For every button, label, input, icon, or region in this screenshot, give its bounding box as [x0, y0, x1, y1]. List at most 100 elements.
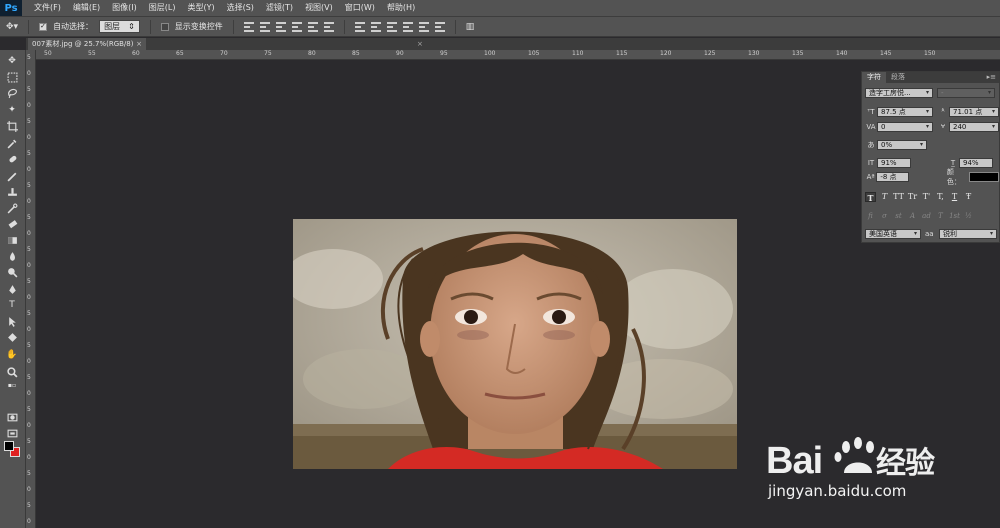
path-selection-tool-icon[interactable] [4, 314, 20, 328]
svg-text:Bai: Bai [766, 440, 822, 482]
close-icon[interactable]: × [417, 38, 423, 50]
align-hcenter-icon[interactable] [307, 21, 318, 32]
menu-edit[interactable]: 编辑(E) [67, 0, 106, 16]
menu-filter[interactable]: 滤镜(T) [260, 0, 299, 16]
healing-brush-tool-icon[interactable] [4, 152, 20, 166]
hand-tool-icon[interactable]: ✋ [4, 348, 20, 362]
opentype-buttons-row: fi σ st A ad T 1st ½ [865, 210, 974, 221]
underline-button[interactable]: T [949, 192, 960, 202]
marquee-tool-icon[interactable] [4, 70, 20, 84]
gradient-tool-icon[interactable] [4, 233, 20, 247]
reset-colors-icon[interactable]: ▪▫ [4, 378, 20, 392]
superscript-button[interactable]: T' [921, 192, 932, 202]
type-tool-icon[interactable]: T [4, 298, 20, 312]
dodge-tool-icon[interactable] [4, 265, 20, 279]
text-color-swatch[interactable] [968, 171, 999, 182]
pen-tool-icon[interactable] [4, 282, 20, 296]
menu-help[interactable]: 帮助(H) [381, 0, 421, 16]
distribute-right-icon[interactable] [434, 21, 445, 32]
menu-layer[interactable]: 图层(L) [143, 0, 182, 16]
align-right-icon[interactable] [323, 21, 334, 32]
ruler-tick: 60 [132, 50, 140, 57]
close-icon[interactable]: × [136, 38, 142, 50]
crop-tool-icon[interactable] [4, 119, 20, 133]
ruler-tick: 5 [27, 502, 31, 509]
swash-button[interactable]: A [907, 211, 918, 221]
watermark-url: jingyan.baidu.com [768, 482, 907, 500]
ruler-tick: 5 [27, 310, 31, 317]
menu-select[interactable]: 选择(S) [221, 0, 260, 16]
auto-align-layers-icon[interactable]: ▥ [466, 22, 475, 32]
shape-tool-icon[interactable] [4, 330, 20, 344]
baseline-shift-field[interactable]: -8 点 [876, 171, 909, 182]
tracking-field[interactable]: 240 ▾ [949, 121, 999, 132]
distribute-bottom-icon[interactable] [386, 21, 397, 32]
panel-menu-icon[interactable]: ▸≡ [987, 72, 996, 83]
blur-tool-icon[interactable] [4, 249, 20, 263]
kerning-field[interactable]: 0 ▾ [877, 121, 933, 132]
discretionary-ligatures-button[interactable]: st [893, 211, 904, 221]
history-brush-tool-icon[interactable] [4, 201, 20, 215]
clone-stamp-tool-icon[interactable] [4, 185, 20, 199]
chevron-down-icon: ▾ [919, 140, 923, 148]
distribute-hcenter-icon[interactable] [418, 21, 429, 32]
ruler-tick: 140 [836, 50, 848, 57]
document-image[interactable] [293, 219, 737, 469]
zoom-tool-icon[interactable] [4, 365, 20, 379]
chevron-down-icon: ▾ [913, 229, 917, 237]
vertical-scale-field[interactable]: 91% [877, 157, 911, 168]
screen-mode-icon[interactable] [4, 426, 20, 440]
ruler-tick: 0 [27, 454, 31, 461]
align-vcenter-icon[interactable] [259, 21, 270, 32]
distribute-left-icon[interactable] [402, 21, 413, 32]
strikethrough-button[interactable]: Ŧ [963, 192, 974, 202]
quick-select-tool-icon[interactable]: ✦ [4, 103, 20, 117]
small-caps-button[interactable]: Tr [907, 192, 918, 202]
leading-field[interactable]: 71.01 点 ▾ [949, 106, 999, 117]
move-tool-icon[interactable]: ✥▾ [6, 22, 18, 32]
eyedropper-tool-icon[interactable] [4, 136, 20, 150]
tsume-field[interactable]: 0% ▾ [877, 139, 927, 150]
auto-select-target-dropdown[interactable]: 图层 ⇕ [99, 20, 140, 33]
faux-bold-button[interactable]: T [865, 191, 876, 203]
font-style-dropdown[interactable]: - ▾ [937, 87, 995, 98]
document-tab[interactable]: 007素材.jpg @ 25.7%(RGB/8) × [28, 38, 146, 50]
fractions-button[interactable]: ½ [963, 211, 974, 221]
distribute-top-icon[interactable] [354, 21, 365, 32]
distribute-vcenter-icon[interactable] [370, 21, 381, 32]
align-top-icon[interactable] [243, 21, 254, 32]
font-size-field[interactable]: 87.5 点 ▾ [877, 106, 933, 117]
ruler-tick: 5 [27, 374, 31, 381]
ordinals-button[interactable]: 1st [949, 211, 960, 221]
faux-italic-button[interactable]: T [879, 192, 890, 202]
menu-window[interactable]: 窗口(W) [339, 0, 381, 16]
ligatures-button[interactable]: fi [865, 211, 876, 221]
lasso-tool-icon[interactable] [4, 86, 20, 100]
brush-tool-icon[interactable] [4, 169, 20, 183]
language-dropdown[interactable]: 美国英语 ▾ [865, 228, 921, 239]
quick-mask-icon[interactable] [4, 410, 20, 424]
menu-view[interactable]: 视图(V) [299, 0, 339, 16]
font-family-dropdown[interactable]: 造字工房悦... ▾ [865, 87, 933, 98]
show-transform-checkbox[interactable] [160, 22, 169, 31]
antialias-dropdown[interactable]: 锐利 ▾ [939, 228, 997, 239]
auto-select-checkbox[interactable]: ✓ [39, 22, 48, 31]
all-caps-button[interactable]: TT [893, 192, 904, 202]
align-bottom-icon[interactable] [275, 21, 286, 32]
ruler-tick: 5 [27, 150, 31, 157]
menu-type[interactable]: 类型(Y) [181, 0, 220, 16]
ruler-tick: 5 [27, 406, 31, 413]
eraser-tool-icon[interactable] [4, 217, 20, 231]
align-left-icon[interactable] [291, 21, 302, 32]
menu-image[interactable]: 图像(I) [106, 0, 143, 16]
titling-alternates-button[interactable]: T [935, 211, 946, 221]
stylistic-alternates-button[interactable]: ad [921, 211, 932, 221]
alt-ligatures-button[interactable]: σ [879, 211, 890, 221]
tab-character[interactable]: 字符 [862, 72, 886, 83]
move-tool-icon[interactable]: ✥ [4, 54, 20, 68]
tools-panel: ✥ ✦ T ✋ ▪▫ [0, 50, 26, 528]
foreground-color-swatch[interactable] [4, 441, 14, 451]
subscript-button[interactable]: T, [935, 192, 946, 202]
menu-file[interactable]: 文件(F) [28, 0, 67, 16]
tab-paragraph[interactable]: 段落 [886, 72, 910, 83]
